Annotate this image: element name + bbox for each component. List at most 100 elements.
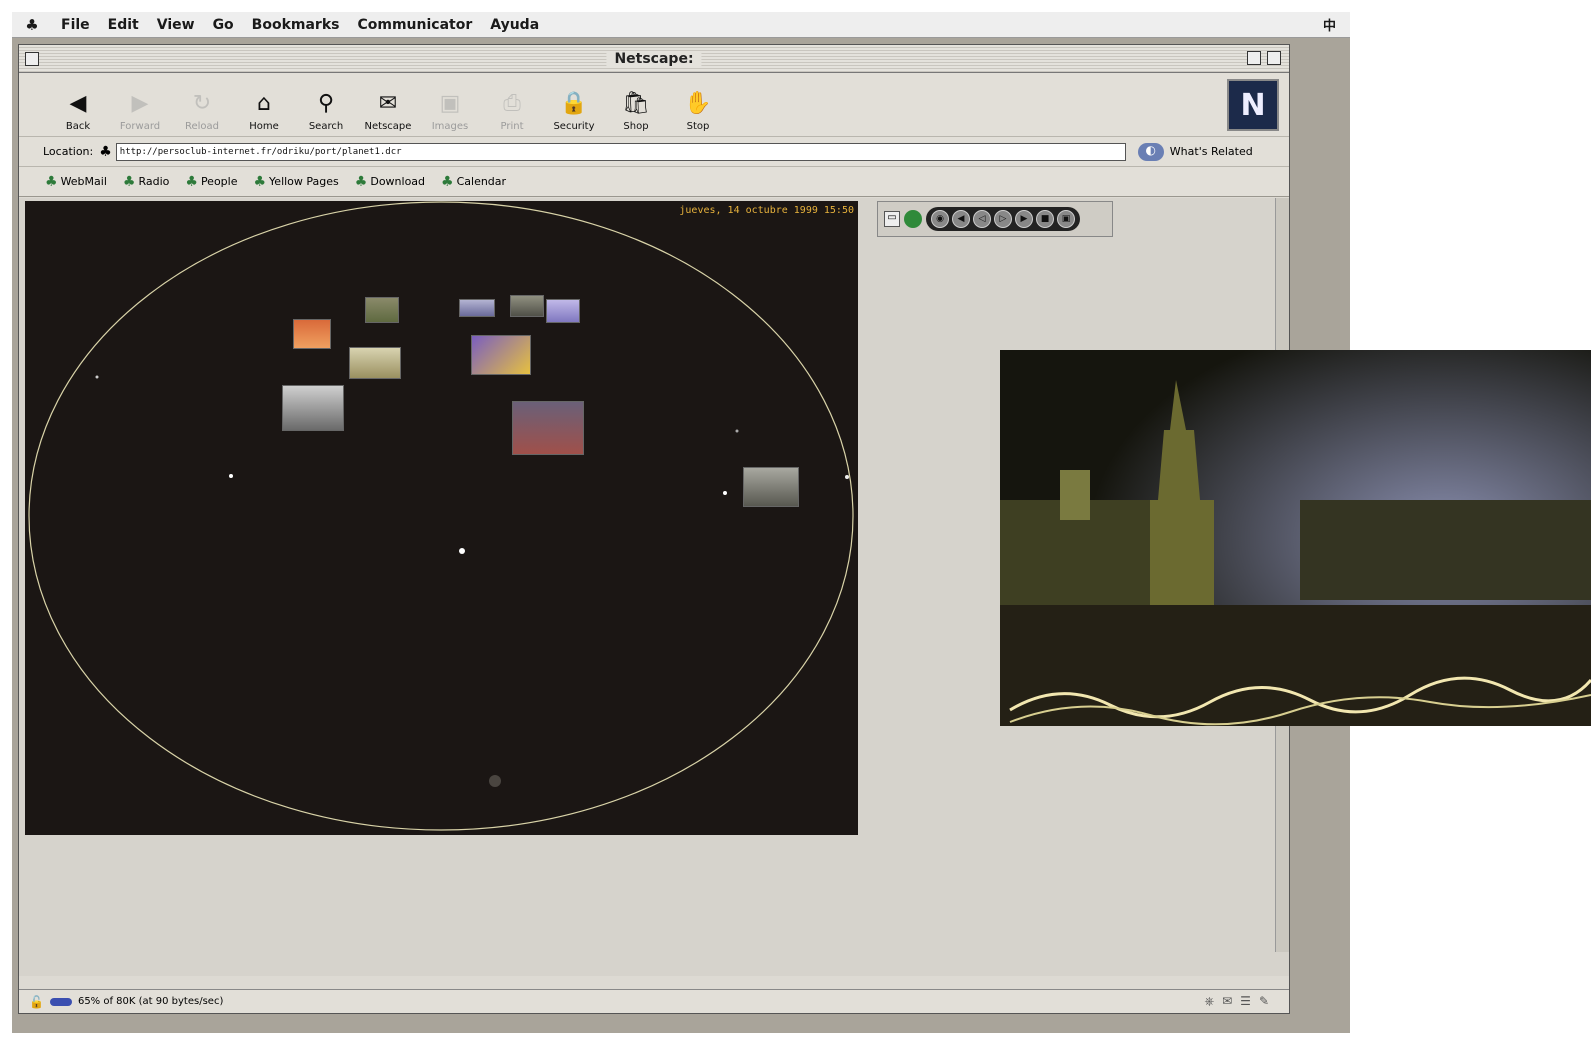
personal-toolbar-label: Calendar: [456, 175, 507, 188]
personal-toolbar-item[interactable]: ♣ Radio: [123, 174, 169, 190]
stop-button[interactable]: ✋ Stop: [667, 89, 729, 133]
menu-help[interactable]: Ayuda: [481, 17, 548, 33]
player-control-button[interactable]: ■: [1036, 210, 1054, 228]
back-button[interactable]: ◀ Back: [47, 89, 109, 133]
webcam-thumbnail[interactable]: [512, 401, 584, 455]
player-globe-icon[interactable]: [904, 210, 922, 228]
toolbar-button-label: Reload: [184, 121, 220, 132]
forward-icon: ▶: [131, 90, 149, 116]
player-control-button[interactable]: ▣: [1057, 210, 1075, 228]
webcam-thumbnail[interactable]: [743, 467, 799, 507]
webcam-thumbnail[interactable]: [546, 299, 580, 323]
kremlin-webcam-photo: [1000, 350, 1591, 726]
collapse-box-icon[interactable]: [1267, 51, 1281, 65]
security-lock-icon[interactable]: 🔓: [29, 995, 44, 1009]
personal-toolbar-label: Download: [370, 175, 426, 188]
personal-toolbar-item[interactable]: ♣ Calendar: [441, 174, 506, 190]
home-button[interactable]: ⌂ Home: [233, 89, 295, 133]
discussion-icon[interactable]: ☰: [1240, 994, 1251, 1009]
close-box-icon[interactable]: [25, 51, 39, 66]
star-dot: [459, 548, 465, 554]
player-monitor-icon[interactable]: ▭: [884, 211, 900, 227]
search-icon: ⚲: [317, 90, 335, 116]
progress-icon: [49, 997, 72, 1006]
shop-button[interactable]: 🛍 Shop: [605, 89, 667, 133]
star-dot: [229, 474, 233, 478]
composer-icon[interactable]: ✎: [1259, 994, 1269, 1009]
mail-icon[interactable]: ✉: [1222, 994, 1232, 1009]
netscape-icon: ✉: [378, 90, 398, 116]
applet-date-text: jueves, 14 octubre 1999 15:50: [679, 205, 854, 216]
webcam-thumbnail[interactable]: [349, 347, 401, 379]
netscape-logo-icon[interactable]: N: [1227, 79, 1279, 131]
webcam-thumbnail[interactable]: [282, 385, 344, 431]
player-control-button[interactable]: ◉: [931, 210, 949, 228]
player-control-button[interactable]: ◀: [952, 210, 970, 228]
shockwave-planet-applet[interactable]: jueves, 14 octubre 1999 15:50: [25, 201, 858, 835]
menu-go[interactable]: Go: [204, 17, 243, 33]
gum-building: [1300, 500, 1591, 600]
player-control-button[interactable]: ▶: [1015, 210, 1033, 228]
window-titlebar[interactable]: Netscape:: [19, 45, 1289, 73]
whats-related-icon: ◐: [1137, 142, 1164, 161]
back-icon: ◀: [69, 90, 87, 116]
planet-dot: [489, 775, 501, 787]
orbit-graphic: [28, 201, 854, 831]
personal-toolbar-label: People: [200, 175, 238, 188]
images-button[interactable]: ▣ Images: [419, 89, 481, 133]
bookmark-icon: ♣: [45, 173, 58, 190]
toolbar-button-label: Back: [65, 121, 91, 132]
page-proxy-icon[interactable]: ♣: [99, 144, 112, 160]
whats-related-label: What's Related: [1169, 145, 1253, 158]
security-icon: 🔒: [560, 90, 588, 116]
security-button[interactable]: 🔒 Security: [543, 89, 605, 133]
netscape-button[interactable]: ✉ Netscape: [357, 89, 419, 133]
star-dot: [845, 475, 849, 479]
navigation-toolbar: ◀ Back ▶ Forward ↻ Reload ⌂ Home ⚲ Search ✉ Netscap…: [19, 73, 1289, 137]
toolbar-button-label: Images: [431, 121, 469, 132]
forward-button[interactable]: ▶ Forward: [109, 89, 171, 133]
personal-toolbar-item[interactable]: ♣ Download: [355, 174, 425, 190]
location-input[interactable]: [115, 142, 1126, 161]
search-button[interactable]: ⚲ Search: [295, 89, 357, 133]
star-dot: [95, 375, 99, 379]
webcam-thumbnail[interactable]: [510, 295, 544, 317]
shop-icon: 🛍: [622, 90, 650, 116]
webcam-thumbnail[interactable]: [293, 319, 331, 349]
star-dot: [735, 429, 739, 433]
bookmark-icon: ♣: [441, 173, 454, 190]
navigator-icon[interactable]: ⎈: [1205, 994, 1215, 1009]
print-button[interactable]: ⎙ Print: [481, 89, 543, 133]
menu-communicator[interactable]: Communicator: [348, 17, 481, 33]
apple-menu-icon[interactable]: ♣: [12, 16, 52, 34]
toolbar-button-label: Home: [249, 121, 279, 132]
application-menu-icon[interactable]: 中: [1323, 15, 1336, 34]
webcam-thumbnail[interactable]: [471, 335, 531, 375]
personal-toolbar-label: WebMail: [60, 175, 107, 188]
toolbar-button-label: Forward: [119, 121, 161, 132]
bookmark-icon: ♣: [185, 173, 198, 190]
player-control-button[interactable]: ◁: [973, 210, 991, 228]
bookmark-icon: ♣: [354, 173, 368, 190]
menu-bookmarks[interactable]: Bookmarks: [243, 17, 349, 33]
player-control-button[interactable]: ▷: [994, 210, 1012, 228]
menu-view[interactable]: View: [148, 17, 204, 33]
star-dot: [723, 491, 727, 495]
personal-toolbar-item[interactable]: ♣ Yellow Pages: [253, 174, 338, 190]
webcam-thumbnail[interactable]: [459, 299, 495, 317]
orbit-ellipse: [28, 201, 854, 831]
print-icon: ⎙: [503, 90, 521, 116]
personal-toolbar-label: Yellow Pages: [269, 175, 339, 188]
personal-toolbar-item[interactable]: ♣ People: [185, 174, 237, 190]
webcam-thumbnail[interactable]: [365, 297, 399, 323]
reload-button[interactable]: ↻ Reload: [171, 89, 233, 133]
images-icon: ▣: [439, 90, 461, 116]
window-title: Netscape:: [606, 50, 702, 67]
whats-related-button[interactable]: ◐ What's Related: [1137, 142, 1253, 161]
toolbar-button-label: Shop: [623, 121, 649, 132]
zoom-box-icon[interactable]: [1247, 51, 1261, 65]
menu-edit[interactable]: Edit: [99, 17, 148, 33]
menu-file[interactable]: File: [52, 17, 99, 33]
component-bar: ⎈ ✉ ☰ ✎: [1205, 994, 1270, 1009]
personal-toolbar-item[interactable]: ♣ WebMail: [45, 174, 107, 190]
